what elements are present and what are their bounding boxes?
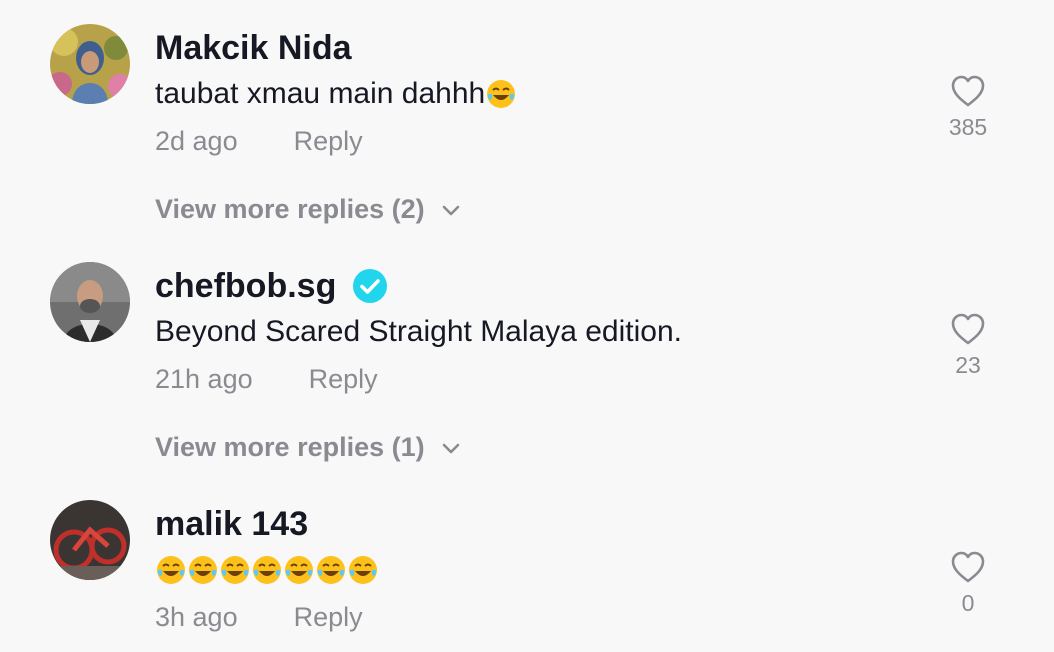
comment-meta: 2d ago Reply <box>155 126 363 157</box>
like-count: 23 <box>955 352 981 378</box>
like-count: 0 <box>961 590 975 616</box>
face-with-tears-of-joy-emoji <box>347 554 379 586</box>
view-more-replies-button[interactable]: View more replies (2) <box>155 194 461 225</box>
avatar[interactable] <box>50 24 130 104</box>
username-text[interactable]: chefbob.sg <box>155 267 336 306</box>
like-count: 385 <box>948 114 988 140</box>
like-button[interactable]: 0 <box>940 550 996 617</box>
reply-button[interactable]: Reply <box>309 364 378 394</box>
timestamp: 2d ago <box>155 126 238 156</box>
like-button[interactable]: 23 <box>940 312 996 379</box>
comment-meta: 3h ago Reply <box>155 602 363 633</box>
timestamp: 3h ago <box>155 602 238 632</box>
face-with-tears-of-joy-emoji <box>251 554 283 586</box>
view-more-replies-label[interactable]: View more replies (1) <box>155 432 425 463</box>
comment-text <box>155 550 379 590</box>
reply-button[interactable]: Reply <box>294 126 363 156</box>
chevron-down-icon[interactable] <box>441 194 461 225</box>
reply-button[interactable]: Reply <box>294 602 363 632</box>
username[interactable]: Makcik Nida <box>155 28 352 68</box>
comment-text: taubat xmau main dahhh <box>155 74 517 114</box>
face-with-tears-of-joy-emoji <box>187 554 219 586</box>
timestamp: 21h ago <box>155 364 253 394</box>
like-button[interactable]: 385 <box>940 74 996 141</box>
heart-outline-icon[interactable] <box>950 550 986 584</box>
comment-text: Beyond Scared Straight Malaya edition. <box>155 312 682 352</box>
comment-text-content: taubat xmau main dahhh <box>155 77 486 110</box>
verified-badge-icon <box>352 268 388 304</box>
face-with-tears-of-joy-emoji <box>155 554 187 586</box>
comment-item: Makcik Nida taubat xmau main dahhh 2d ag… <box>0 0 1054 240</box>
chevron-down-icon[interactable] <box>441 432 461 463</box>
username[interactable]: chefbob.sg <box>155 266 388 306</box>
view-more-replies-label[interactable]: View more replies (2) <box>155 194 425 225</box>
username-text[interactable]: malik 143 <box>155 505 308 544</box>
heart-outline-icon[interactable] <box>950 312 986 346</box>
username[interactable]: malik 143 <box>155 504 308 544</box>
heart-outline-icon[interactable] <box>950 74 986 108</box>
comment-meta: 21h ago Reply <box>155 364 378 395</box>
avatar[interactable] <box>50 500 130 580</box>
face-with-tears-of-joy-emoji <box>485 78 517 110</box>
face-with-tears-of-joy-emoji <box>219 554 251 586</box>
comment-text-content: Beyond Scared Straight Malaya edition. <box>155 315 682 348</box>
comment-item: chefbob.sg Beyond Scared Straight Malaya… <box>0 240 1054 480</box>
face-with-tears-of-joy-emoji <box>315 554 347 586</box>
view-more-replies-button[interactable]: View more replies (1) <box>155 432 461 463</box>
username-text[interactable]: Makcik Nida <box>155 29 352 68</box>
face-with-tears-of-joy-emoji <box>283 554 315 586</box>
avatar[interactable] <box>50 262 130 342</box>
comment-item: malik 143 3h ago Reply 0 <box>0 480 1054 652</box>
